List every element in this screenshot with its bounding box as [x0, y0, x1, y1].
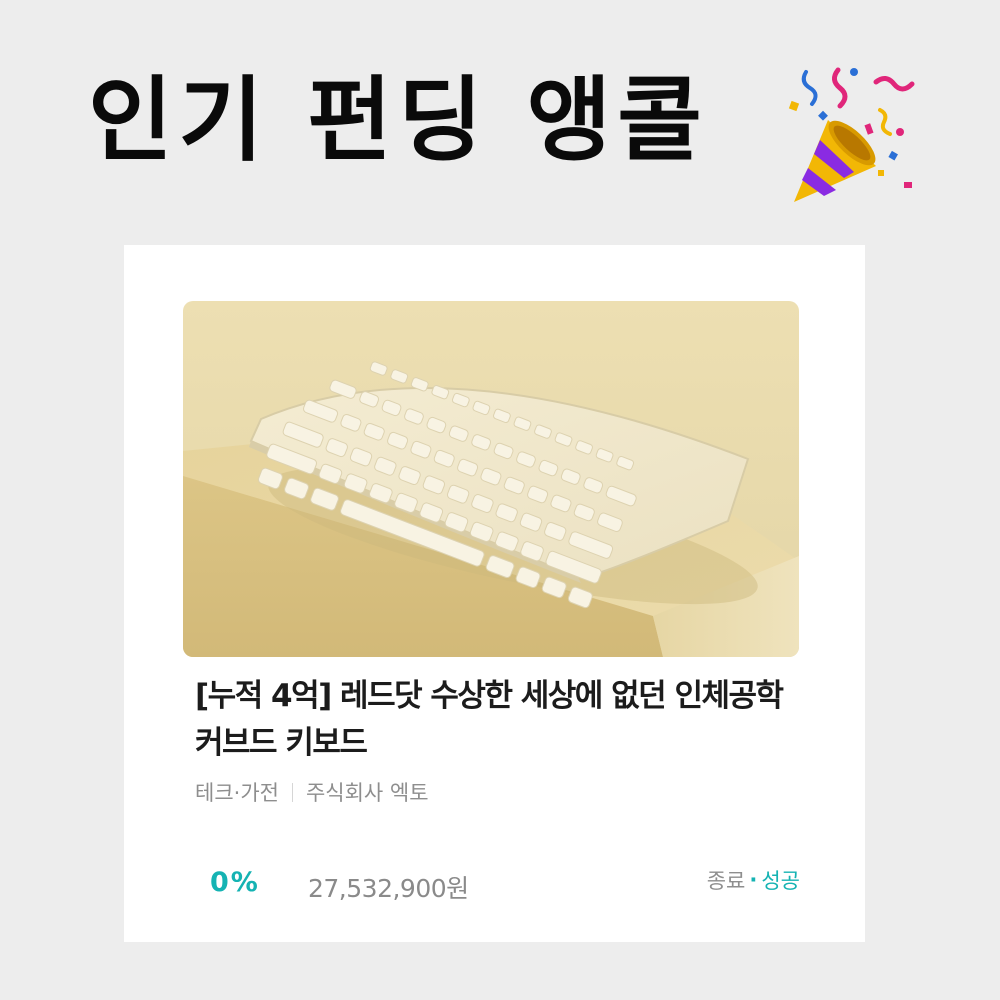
product-image[interactable]	[183, 301, 799, 657]
achievement-rate: 0%	[210, 867, 260, 898]
project-title[interactable]: [누적 4억] 레드닷 수상한 세상에 없던 인체공학 커브드 키보드	[195, 673, 815, 767]
party-popper-icon	[780, 62, 920, 212]
category-label[interactable]: 테크·가전	[195, 777, 279, 807]
meta-divider	[291, 782, 293, 802]
project-meta: 테크·가전 주식회사 엑토	[195, 777, 429, 807]
status-success: 성공	[761, 869, 800, 893]
status-badge: 종료 · 성공	[707, 865, 800, 895]
funded-amount: 27,532,900원	[308, 874, 469, 903]
status-ended: 종료	[706, 869, 746, 893]
banner: 인기 펀딩 앵콜	[0, 62, 1000, 202]
funding-card[interactable]: [누적 4억] 레드닷 수상한 세상에 없던 인체공학 커브드 키보드 테크·가…	[124, 245, 865, 942]
banner-headline: 인기 펀딩 앵콜	[88, 67, 708, 174]
status-separator: ·	[749, 868, 758, 892]
maker-name[interactable]: 주식회사 엑토	[306, 777, 429, 807]
